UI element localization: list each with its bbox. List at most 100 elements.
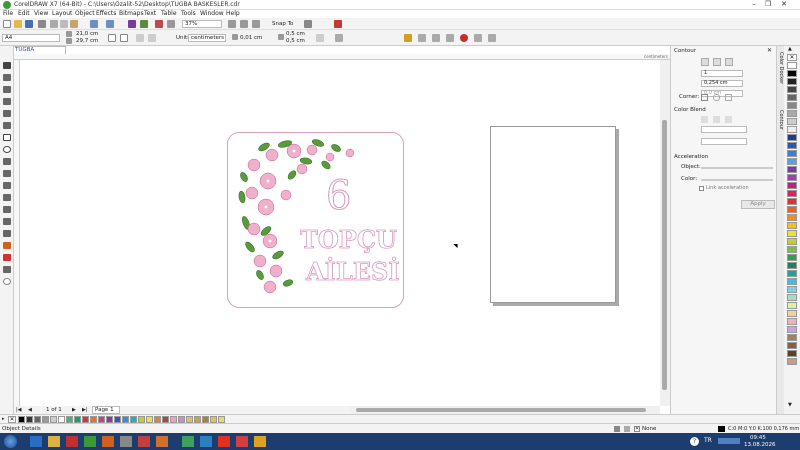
palette-swatch[interactable] — [787, 198, 797, 205]
color-swatch[interactable] — [170, 416, 177, 423]
corner-bevel-icon[interactable] — [725, 94, 732, 101]
open-icon[interactable] — [14, 20, 22, 28]
paste-icon[interactable] — [70, 20, 78, 28]
design-text-line2[interactable]: AİLESİ — [306, 259, 400, 284]
palette-swatch[interactable] — [787, 134, 797, 141]
portrait-icon[interactable] — [108, 34, 116, 42]
palette-swatch[interactable] — [787, 166, 797, 173]
outline-swatch[interactable] — [718, 426, 725, 432]
transparency-tool-icon[interactable] — [3, 218, 11, 225]
palette-swatch[interactable] — [787, 222, 797, 229]
menu-view[interactable]: View — [34, 10, 48, 17]
palette-swatch[interactable] — [787, 230, 797, 237]
blend-cw-icon[interactable] — [713, 116, 720, 123]
to-center-icon[interactable] — [701, 58, 709, 66]
crop-tool-icon[interactable] — [3, 86, 11, 93]
menu-window[interactable]: Window — [200, 10, 224, 17]
palette-swatch[interactable] — [787, 126, 797, 133]
color-swatch[interactable] — [138, 416, 145, 423]
previous-page-button[interactable]: ◀ — [28, 407, 32, 413]
no-color-swatch[interactable]: ✕ — [8, 416, 16, 423]
menu-help[interactable]: Help — [226, 10, 240, 17]
apply-button[interactable]: Apply — [741, 200, 775, 209]
fill-indicator-icon-2[interactable] — [624, 426, 630, 432]
palette-swatch[interactable] — [787, 110, 797, 117]
options-icon[interactable] — [304, 20, 312, 28]
welcome-icon[interactable] — [167, 20, 175, 28]
inside-icon[interactable] — [713, 58, 721, 66]
palette-swatch[interactable] — [787, 118, 797, 125]
color-accel-slider[interactable] — [701, 179, 773, 181]
palette-swatch[interactable] — [787, 270, 797, 277]
color-swatch[interactable] — [178, 416, 185, 423]
page-size-select[interactable]: A4 — [2, 34, 60, 42]
new-icon[interactable] — [3, 20, 11, 28]
horizontal-scrollbar[interactable] — [350, 406, 660, 414]
freehand-tool-icon[interactable] — [3, 110, 11, 117]
last-page-button[interactable]: ▶| — [82, 407, 88, 413]
color-swatch[interactable] — [114, 416, 121, 423]
design-number[interactable]: 6 — [325, 176, 351, 217]
taskbar-app-icon[interactable] — [120, 436, 132, 447]
page-boundary[interactable] — [490, 126, 616, 303]
menu-file[interactable]: File — [3, 10, 13, 17]
palette-swatch[interactable] — [787, 326, 797, 333]
design-text-line1[interactable]: TOPÇU — [300, 227, 398, 252]
plugin-icon-3[interactable] — [432, 34, 440, 42]
color-swatch[interactable] — [146, 416, 153, 423]
color-swatch[interactable] — [154, 416, 161, 423]
next-page-button[interactable]: ▶ — [72, 407, 76, 413]
palette-swatch[interactable] — [787, 310, 797, 317]
interactive-fill-tool-icon[interactable] — [3, 242, 11, 249]
maximize-button[interactable]: ❐ — [762, 0, 774, 9]
stop-icon[interactable] — [474, 34, 482, 42]
palette-swatch[interactable] — [787, 302, 797, 309]
ellipse-tool-icon[interactable] — [3, 146, 11, 153]
palette-scroll-down-icon[interactable]: ▼ — [788, 402, 792, 408]
taskbar-app-icon[interactable] — [218, 436, 230, 447]
print-icon[interactable] — [38, 20, 46, 28]
copy-icon[interactable] — [60, 20, 68, 28]
taskbar-app-icon[interactable] — [156, 436, 168, 447]
menu-edit[interactable]: Edit — [18, 10, 30, 17]
palette-swatch[interactable] — [787, 254, 797, 261]
taskbar-app-icon[interactable] — [102, 436, 114, 447]
taskbar-app-icon[interactable] — [48, 436, 60, 447]
palette-scroll-up-icon[interactable]: ▲ — [788, 46, 792, 52]
units-select[interactable]: centimeters — [188, 34, 226, 42]
tray-icons[interactable] — [718, 438, 740, 444]
palette-swatch[interactable] — [787, 206, 797, 213]
app-icon[interactable] — [3, 1, 11, 9]
cut-icon[interactable] — [50, 20, 58, 28]
close-button[interactable]: ✕ — [778, 0, 790, 9]
corner-mitered-icon[interactable] — [701, 94, 708, 101]
plugin-icon-4[interactable] — [446, 34, 454, 42]
menu-table[interactable]: Table — [161, 10, 177, 17]
launch-icon[interactable] — [334, 20, 342, 28]
taskbar-app-icon[interactable] — [236, 436, 248, 447]
grid-icon[interactable] — [252, 20, 260, 28]
zoom-level-select[interactable]: 37% — [182, 20, 222, 28]
rulers-icon[interactable] — [240, 20, 248, 28]
record-icon[interactable] — [460, 34, 468, 42]
drop-shadow-tool-icon[interactable] — [3, 206, 11, 213]
docker-close-icon[interactable]: ✕ — [767, 47, 772, 54]
color-swatch[interactable] — [202, 416, 209, 423]
vertical-scrollbar[interactable] — [660, 60, 670, 406]
landscape-icon[interactable] — [120, 34, 128, 42]
language-indicator[interactable]: TR — [704, 437, 712, 444]
palette-swatch[interactable] — [787, 94, 797, 101]
full-screen-icon[interactable] — [228, 20, 236, 28]
palette-swatch[interactable] — [787, 86, 797, 93]
palette-arrow-icon[interactable]: ▸ — [2, 416, 5, 422]
color-swatch[interactable] — [122, 416, 129, 423]
menu-text[interactable]: Text — [144, 10, 156, 17]
no-fill-swatch[interactable]: ✕ — [634, 426, 640, 432]
palette-swatch[interactable] — [787, 334, 797, 341]
color-swatch[interactable] — [42, 416, 49, 423]
palette-swatch[interactable] — [787, 182, 797, 189]
color-swatch[interactable] — [194, 416, 201, 423]
palette-swatch[interactable] — [787, 102, 797, 109]
color-swatch[interactable] — [58, 416, 65, 423]
palette-swatch[interactable] — [787, 150, 797, 157]
